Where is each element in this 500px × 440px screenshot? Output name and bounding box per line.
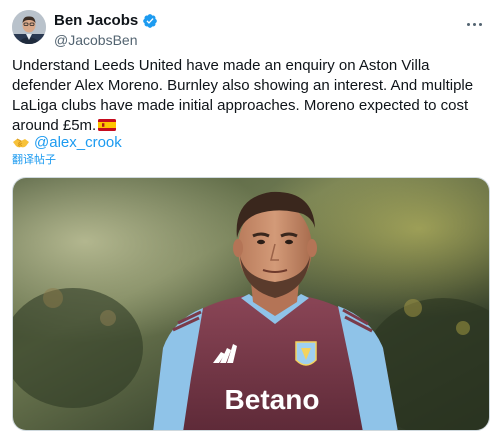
tweet-header: Ben Jacobs @JacobsBen [12,10,488,50]
more-options-icon[interactable] [462,14,486,34]
translate-post-link[interactable]: 翻译帖子 [12,153,56,167]
verified-badge-icon [143,14,158,28]
tweet-text: Understand Leeds United have made an enq… [12,56,492,136]
spain-flag-icon [98,119,117,131]
profile-avatar-icon [12,10,46,44]
handshake-icon [13,138,29,148]
author-display-name[interactable]: Ben Jacobs [54,12,138,30]
mention-link[interactable]: @alex_crook [34,133,122,153]
shirt-sponsor-text: Betano [225,384,320,415]
tweet-text-content: Understand Leeds United have made an enq… [12,57,474,134]
avatar[interactable] [12,10,46,44]
tweet-card[interactable]: Ben Jacobs @JacobsBen Understand Leeds U… [0,0,500,440]
name-row: Ben Jacobs [54,12,158,30]
footballer-photo-icon: Betano [13,178,489,430]
author-names: Ben Jacobs @JacobsBen [54,12,158,49]
tweet-media-photo[interactable]: Betano [12,177,490,431]
mention-row: @alex_crook [12,133,122,153]
author-handle[interactable]: @JacobsBen [54,31,158,49]
